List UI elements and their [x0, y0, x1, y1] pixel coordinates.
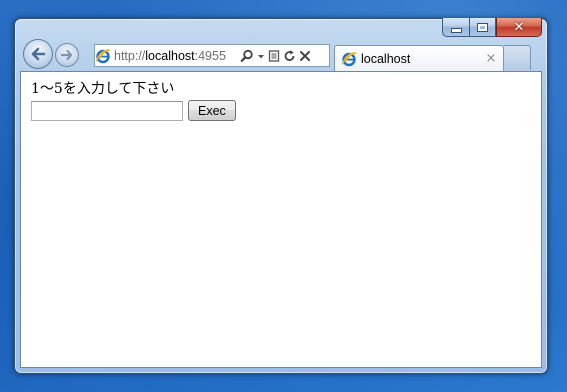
minimize-icon: [450, 27, 462, 33]
stop-icon: [300, 50, 310, 61]
tab-close-icon: ×: [485, 51, 497, 66]
input-form: Exec: [31, 100, 531, 121]
compatibility-view-icon: [268, 49, 280, 62]
ie-logo-icon: [95, 48, 111, 64]
caption-buttons: ✕: [442, 18, 542, 37]
refresh-icon: [284, 49, 295, 61]
dropdown-arrow-icon: [258, 54, 264, 58]
forward-arrow-icon: [60, 49, 73, 61]
url-text[interactable]: http://localhost:4955: [114, 49, 236, 63]
browser-window: ✕ http://localhost:4955 localhost × 1～5を…: [14, 18, 548, 374]
prompt-label: 1～5を入力して下さい: [31, 81, 175, 97]
address-dropdown-button[interactable]: [257, 48, 265, 64]
minimize-button[interactable]: [442, 18, 469, 37]
tab-localhost[interactable]: localhost ×: [334, 45, 504, 71]
back-button[interactable]: [23, 39, 53, 69]
search-button[interactable]: [240, 48, 254, 64]
forward-button[interactable]: [55, 43, 79, 67]
close-icon: ✕: [513, 19, 525, 35]
page-content: 1～5を入力して下さい Exec: [20, 71, 542, 368]
refresh-button[interactable]: [283, 48, 296, 64]
tab-ie-logo-icon: [341, 51, 357, 67]
back-arrow-icon: [31, 47, 46, 61]
url-protocol: http://: [114, 48, 146, 63]
address-bar[interactable]: http://localhost:4955: [94, 44, 330, 67]
tab-close-button[interactable]: ×: [483, 51, 499, 67]
tab-title: localhost: [361, 51, 411, 66]
compatibility-view-button[interactable]: [268, 48, 280, 64]
close-button[interactable]: ✕: [496, 18, 542, 37]
stop-button[interactable]: [299, 48, 311, 64]
new-tab-button[interactable]: [504, 45, 531, 70]
number-input[interactable]: [31, 100, 183, 121]
search-icon: [240, 49, 253, 62]
url-host: localhost: [145, 48, 195, 63]
exec-button[interactable]: Exec: [188, 100, 236, 121]
address-tools: [240, 48, 311, 64]
maximize-button[interactable]: [469, 18, 496, 37]
maximize-icon: [478, 23, 487, 31]
url-port: :4955: [194, 48, 226, 63]
